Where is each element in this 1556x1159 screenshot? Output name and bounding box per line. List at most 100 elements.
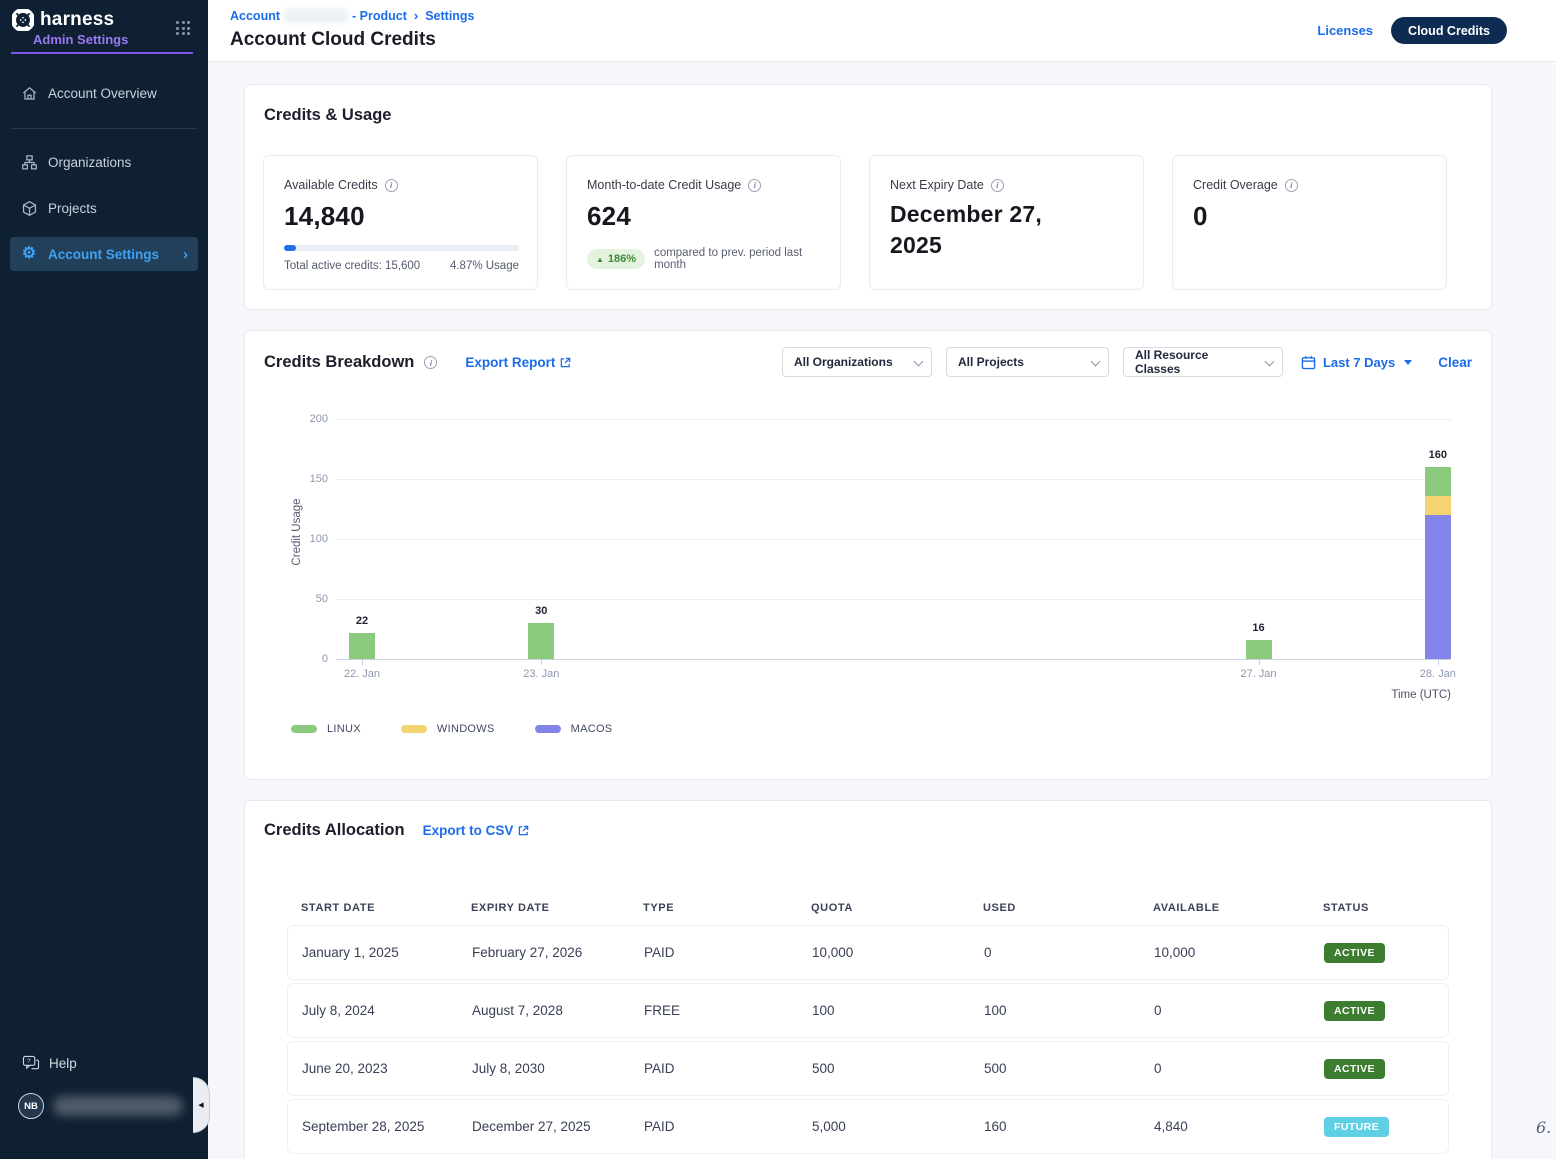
status-badge: ACTIVE [1324, 1059, 1385, 1079]
info-icon[interactable]: i [991, 179, 1004, 192]
column-header[interactable]: EXPIRY DATE [471, 902, 643, 914]
sidebar-item-account-settings[interactable]: ⚙ Account Settings › [10, 237, 198, 271]
table-header-row: START DATEEXPIRY DATETYPEQUOTAUSEDAVAILA… [287, 891, 1449, 925]
column-header[interactable]: USED [983, 902, 1153, 914]
table-row[interactable]: June 20, 2023July 8, 2030PAID5005000ACTI… [287, 1041, 1449, 1096]
section-title: Credits Breakdown [264, 353, 414, 372]
cell-type: PAID [644, 1061, 812, 1076]
export-csv-link[interactable]: Export to CSV [423, 823, 530, 838]
table-row[interactable]: July 8, 2024August 7, 2028FREE1001000ACT… [287, 983, 1449, 1038]
resource-classes-filter[interactable]: All Resource Classes [1123, 347, 1283, 377]
avatar[interactable]: NB [18, 1093, 44, 1119]
breadcrumb-chevron-icon: › [414, 8, 418, 23]
credits-allocation-section: Credits Allocation Export to CSV START D… [244, 800, 1492, 1159]
breakdown-header: Credits Breakdown i Export Report [264, 353, 571, 372]
username-redacted [53, 1096, 183, 1116]
legend-item-macos[interactable]: MACOS [535, 723, 613, 735]
legend-item-linux[interactable]: LINUX [291, 723, 361, 735]
external-link-icon [560, 357, 571, 368]
module-subtitle: Admin Settings [33, 32, 128, 47]
breadcrumb-settings[interactable]: Settings [425, 9, 474, 23]
stat-value: 0 [1193, 201, 1426, 232]
chevron-down-icon [1265, 357, 1275, 367]
y-tick-label: 200 [290, 413, 328, 425]
gridline [336, 479, 1451, 480]
chevron-right-icon: › [183, 246, 188, 263]
info-icon[interactable]: i [385, 179, 398, 192]
apps-grid-icon[interactable] [176, 21, 190, 35]
bar-total-label: 160 [1413, 449, 1463, 461]
x-tick-label: 22. Jan [322, 668, 402, 680]
x-tick-label: 28. Jan [1398, 668, 1478, 680]
cell-start-date: June 20, 2023 [302, 1061, 472, 1076]
column-header[interactable]: START DATE [301, 902, 471, 914]
cell-type: PAID [644, 1119, 812, 1134]
breadcrumb[interactable]: Account - Product › Settings [230, 8, 475, 23]
bar-segment-macos[interactable] [1425, 515, 1451, 659]
cell-quota: 100 [812, 1003, 984, 1018]
section-title: Credits Allocation [264, 821, 405, 840]
cell-used: 0 [984, 945, 1154, 960]
column-header[interactable]: QUOTA [811, 902, 983, 914]
stat-value: 624 [587, 201, 820, 232]
table-row[interactable]: January 1, 2025February 27, 2026PAID10,0… [287, 925, 1449, 980]
cell-start-date: January 1, 2025 [302, 945, 472, 960]
legend-label: MACOS [571, 723, 613, 735]
sidebar-item-account-overview[interactable]: Account Overview [10, 76, 198, 110]
date-range-picker[interactable]: Last 7 Days [1301, 355, 1412, 370]
sidebar-item-label: Account Settings [48, 247, 159, 262]
cell-quota: 10,000 [812, 945, 984, 960]
sidebar-collapse-handle[interactable]: ◀ [193, 1077, 210, 1133]
column-header[interactable]: TYPE [643, 902, 811, 914]
legend-swatch-linux [291, 725, 317, 733]
column-header[interactable]: STATUS [1323, 902, 1449, 914]
breadcrumb-account[interactable]: Account [230, 9, 280, 23]
cloud-credits-button[interactable]: Cloud Credits [1391, 17, 1507, 44]
licenses-link[interactable]: Licenses [1317, 23, 1373, 38]
usage-progress-bar [284, 245, 519, 251]
sidebar: harness Admin Settings Account Overview … [0, 0, 208, 1159]
help-chat-icon: ? [22, 1055, 40, 1071]
bar-segment-linux[interactable] [349, 633, 375, 659]
bar-segment-linux[interactable] [528, 623, 554, 659]
sidebar-nav: Account Overview Organizations Projects … [0, 70, 208, 273]
cell-available: 0 [1154, 1061, 1324, 1076]
x-tick-label: 27. Jan [1219, 668, 1299, 680]
bar-segment-windows[interactable] [1425, 496, 1451, 515]
cell-expiry-date: July 8, 2030 [472, 1061, 644, 1076]
bar-segment-linux[interactable] [1425, 467, 1451, 496]
info-icon[interactable]: i [424, 356, 437, 369]
clear-filters-link[interactable]: Clear [1438, 355, 1472, 370]
legend-item-windows[interactable]: WINDOWS [401, 723, 495, 735]
cell-start-date: July 8, 2024 [302, 1003, 472, 1018]
organizations-filter[interactable]: All Organizations [782, 347, 932, 377]
stat-card-next-expiry: Next Expiry Date i December 27, 2025 [869, 155, 1144, 290]
table-row[interactable]: September 28, 2025December 27, 2025PAID5… [287, 1099, 1449, 1154]
user-row[interactable]: NB [18, 1093, 208, 1119]
cell-quota: 5,000 [812, 1119, 984, 1134]
y-tick-label: 100 [290, 533, 328, 545]
cell-start-date: September 28, 2025 [302, 1119, 472, 1134]
sidebar-item-projects[interactable]: Projects [10, 191, 198, 225]
column-header[interactable]: AVAILABLE [1153, 902, 1323, 914]
external-link-icon [518, 825, 529, 836]
chevron-down-icon [1091, 357, 1101, 367]
sidebar-item-organizations[interactable]: Organizations [10, 145, 198, 179]
info-icon[interactable]: i [748, 179, 761, 192]
stat-value: 14,840 [284, 201, 517, 232]
stray-cursor-artifact: 6. [1536, 1118, 1551, 1137]
table-body: January 1, 2025February 27, 2026PAID10,0… [287, 925, 1449, 1154]
breadcrumb-product[interactable]: - Product [352, 9, 407, 23]
info-icon[interactable]: i [1285, 179, 1298, 192]
y-tick-label: 0 [290, 653, 328, 665]
allocation-table: START DATEEXPIRY DATETYPEQUOTAUSEDAVAILA… [287, 891, 1449, 1157]
bar-segment-linux[interactable] [1246, 640, 1272, 659]
section-title: Credits & Usage [264, 106, 391, 125]
help-button[interactable]: ? Help [22, 1055, 208, 1071]
status-badge: ACTIVE [1324, 943, 1385, 963]
cell-used: 500 [984, 1061, 1154, 1076]
projects-filter[interactable]: All Projects [946, 347, 1109, 377]
allocation-header: Credits Allocation Export to CSV [264, 821, 529, 840]
export-report-link[interactable]: Export Report [465, 355, 571, 370]
sidebar-item-label: Account Overview [48, 86, 157, 101]
